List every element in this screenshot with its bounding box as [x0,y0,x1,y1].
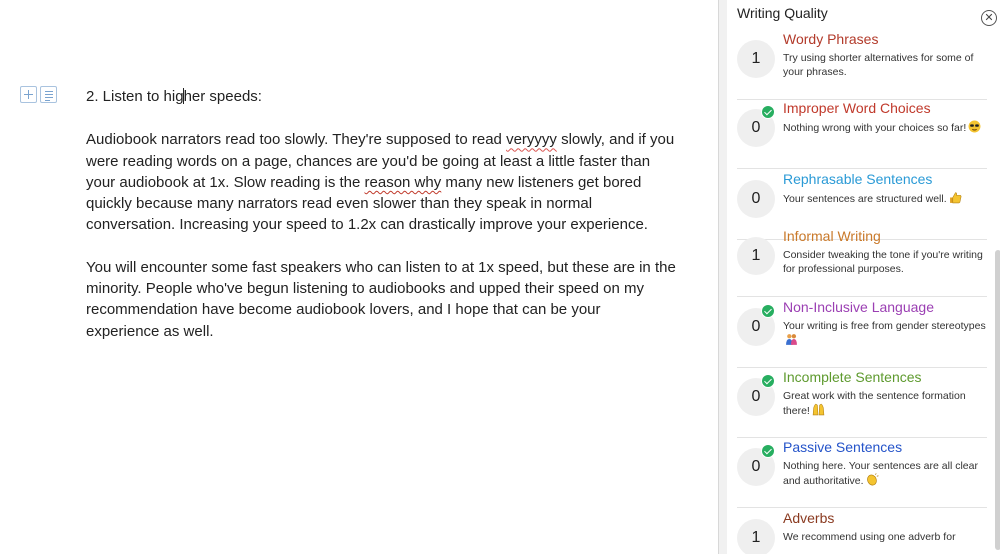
paragraph-icon[interactable] [40,86,57,103]
quality-card-title[interactable]: Incomplete Sentences [783,368,922,386]
raised-hands-icon [812,403,825,416]
quality-card-title[interactable]: Non-Inclusive Language [783,298,934,316]
quality-card-incomplete-sentences[interactable]: 0 Incomplete Sentences Great work with the… [737,368,987,438]
writing-quality-sidebar: Writing Quality ✕ 1 Wordy Phrases Try usin… [718,0,1000,554]
document-body[interactable]: 2. Listen to higher speeds: Audiobook na… [86,86,676,342]
quality-card-title[interactable]: Wordy Phrases [783,30,878,48]
quality-card-informal-writing[interactable]: 1 Informal Writing Consider tweaking the t… [737,227,987,297]
checkmark-icon [761,444,775,458]
issue-count-badge: 1 [737,519,775,554]
section-heading: 2. Listen to higher speeds: [86,88,262,105]
panel-title: Writing Quality [737,5,828,21]
close-icon[interactable]: ✕ [981,10,997,26]
quality-card-title[interactable]: Adverbs [783,509,834,527]
quality-card-description: Consider tweaking the tone if you're wri… [783,249,983,275]
quality-card-description: We recommend using one adverb for [783,531,956,543]
issue-count-badge: 1 [737,237,775,275]
quality-card-description: Nothing wrong with your choices so far! [783,120,993,135]
quality-card-description: Great work with the sentence formation t… [783,390,966,417]
quality-card-title[interactable]: Rephrasable Sentences [783,170,932,188]
checkmark-icon [761,105,775,119]
paragraph-2: You will encounter some fast speakers wh… [86,258,676,340]
panel-scrollbar[interactable] [995,250,1000,550]
quality-card-description: Try using shorter alternatives for some … [783,52,974,78]
thumbs-up-icon [949,191,962,204]
quality-card-title[interactable]: Passive Sentences [783,438,902,456]
document-editor[interactable]: 2. Listen to higher speeds: Audiobook na… [0,0,716,554]
quality-card-passive-sentences[interactable]: 0 Passive Sentences Nothing here. Your sen… [737,438,987,508]
issue-count-badge: 0 [737,180,775,218]
quality-card-description: Your writing is free from gender stereot… [783,319,993,348]
checkmark-icon [761,374,775,388]
quality-card-title[interactable]: Improper Word Choices [783,99,931,117]
writing-quality-panel: Writing Quality ✕ 1 Wordy Phrases Try usin… [727,0,1000,554]
checkmark-icon [761,304,775,318]
paragraph-1: Audiobook narrators read too slowly. The… [86,131,675,234]
clapping-hands-icon [866,473,879,486]
sunglasses-icon [968,120,981,133]
quality-card-description: Nothing here. Your sentences are all cle… [783,460,978,487]
people-icon [785,333,798,345]
quality-card-non-inclusive-language[interactable]: 0 Non-Inclusive Language Your writing is f… [737,298,987,368]
flagged-word-veryyyy[interactable]: veryyyy [506,131,557,148]
block-toolbar [20,86,57,103]
add-block-icon[interactable] [20,86,37,103]
issue-count-badge: 1 [737,40,775,78]
flagged-phrase-reason-why[interactable]: reason why [365,174,442,191]
quality-card-adverbs[interactable]: 1 Adverbs We recommend using one adverb fo… [737,509,987,554]
quality-card-title[interactable]: Informal Writing [783,227,881,245]
quality-card-description: Your sentences are structured well. [783,191,993,206]
quality-card-wordy-phrases[interactable]: 1 Wordy Phrases Try using shorter alternat… [737,30,987,100]
quality-card-improper-word-choices[interactable]: 0 Improper Word Choices Nothing wrong with… [737,99,987,169]
